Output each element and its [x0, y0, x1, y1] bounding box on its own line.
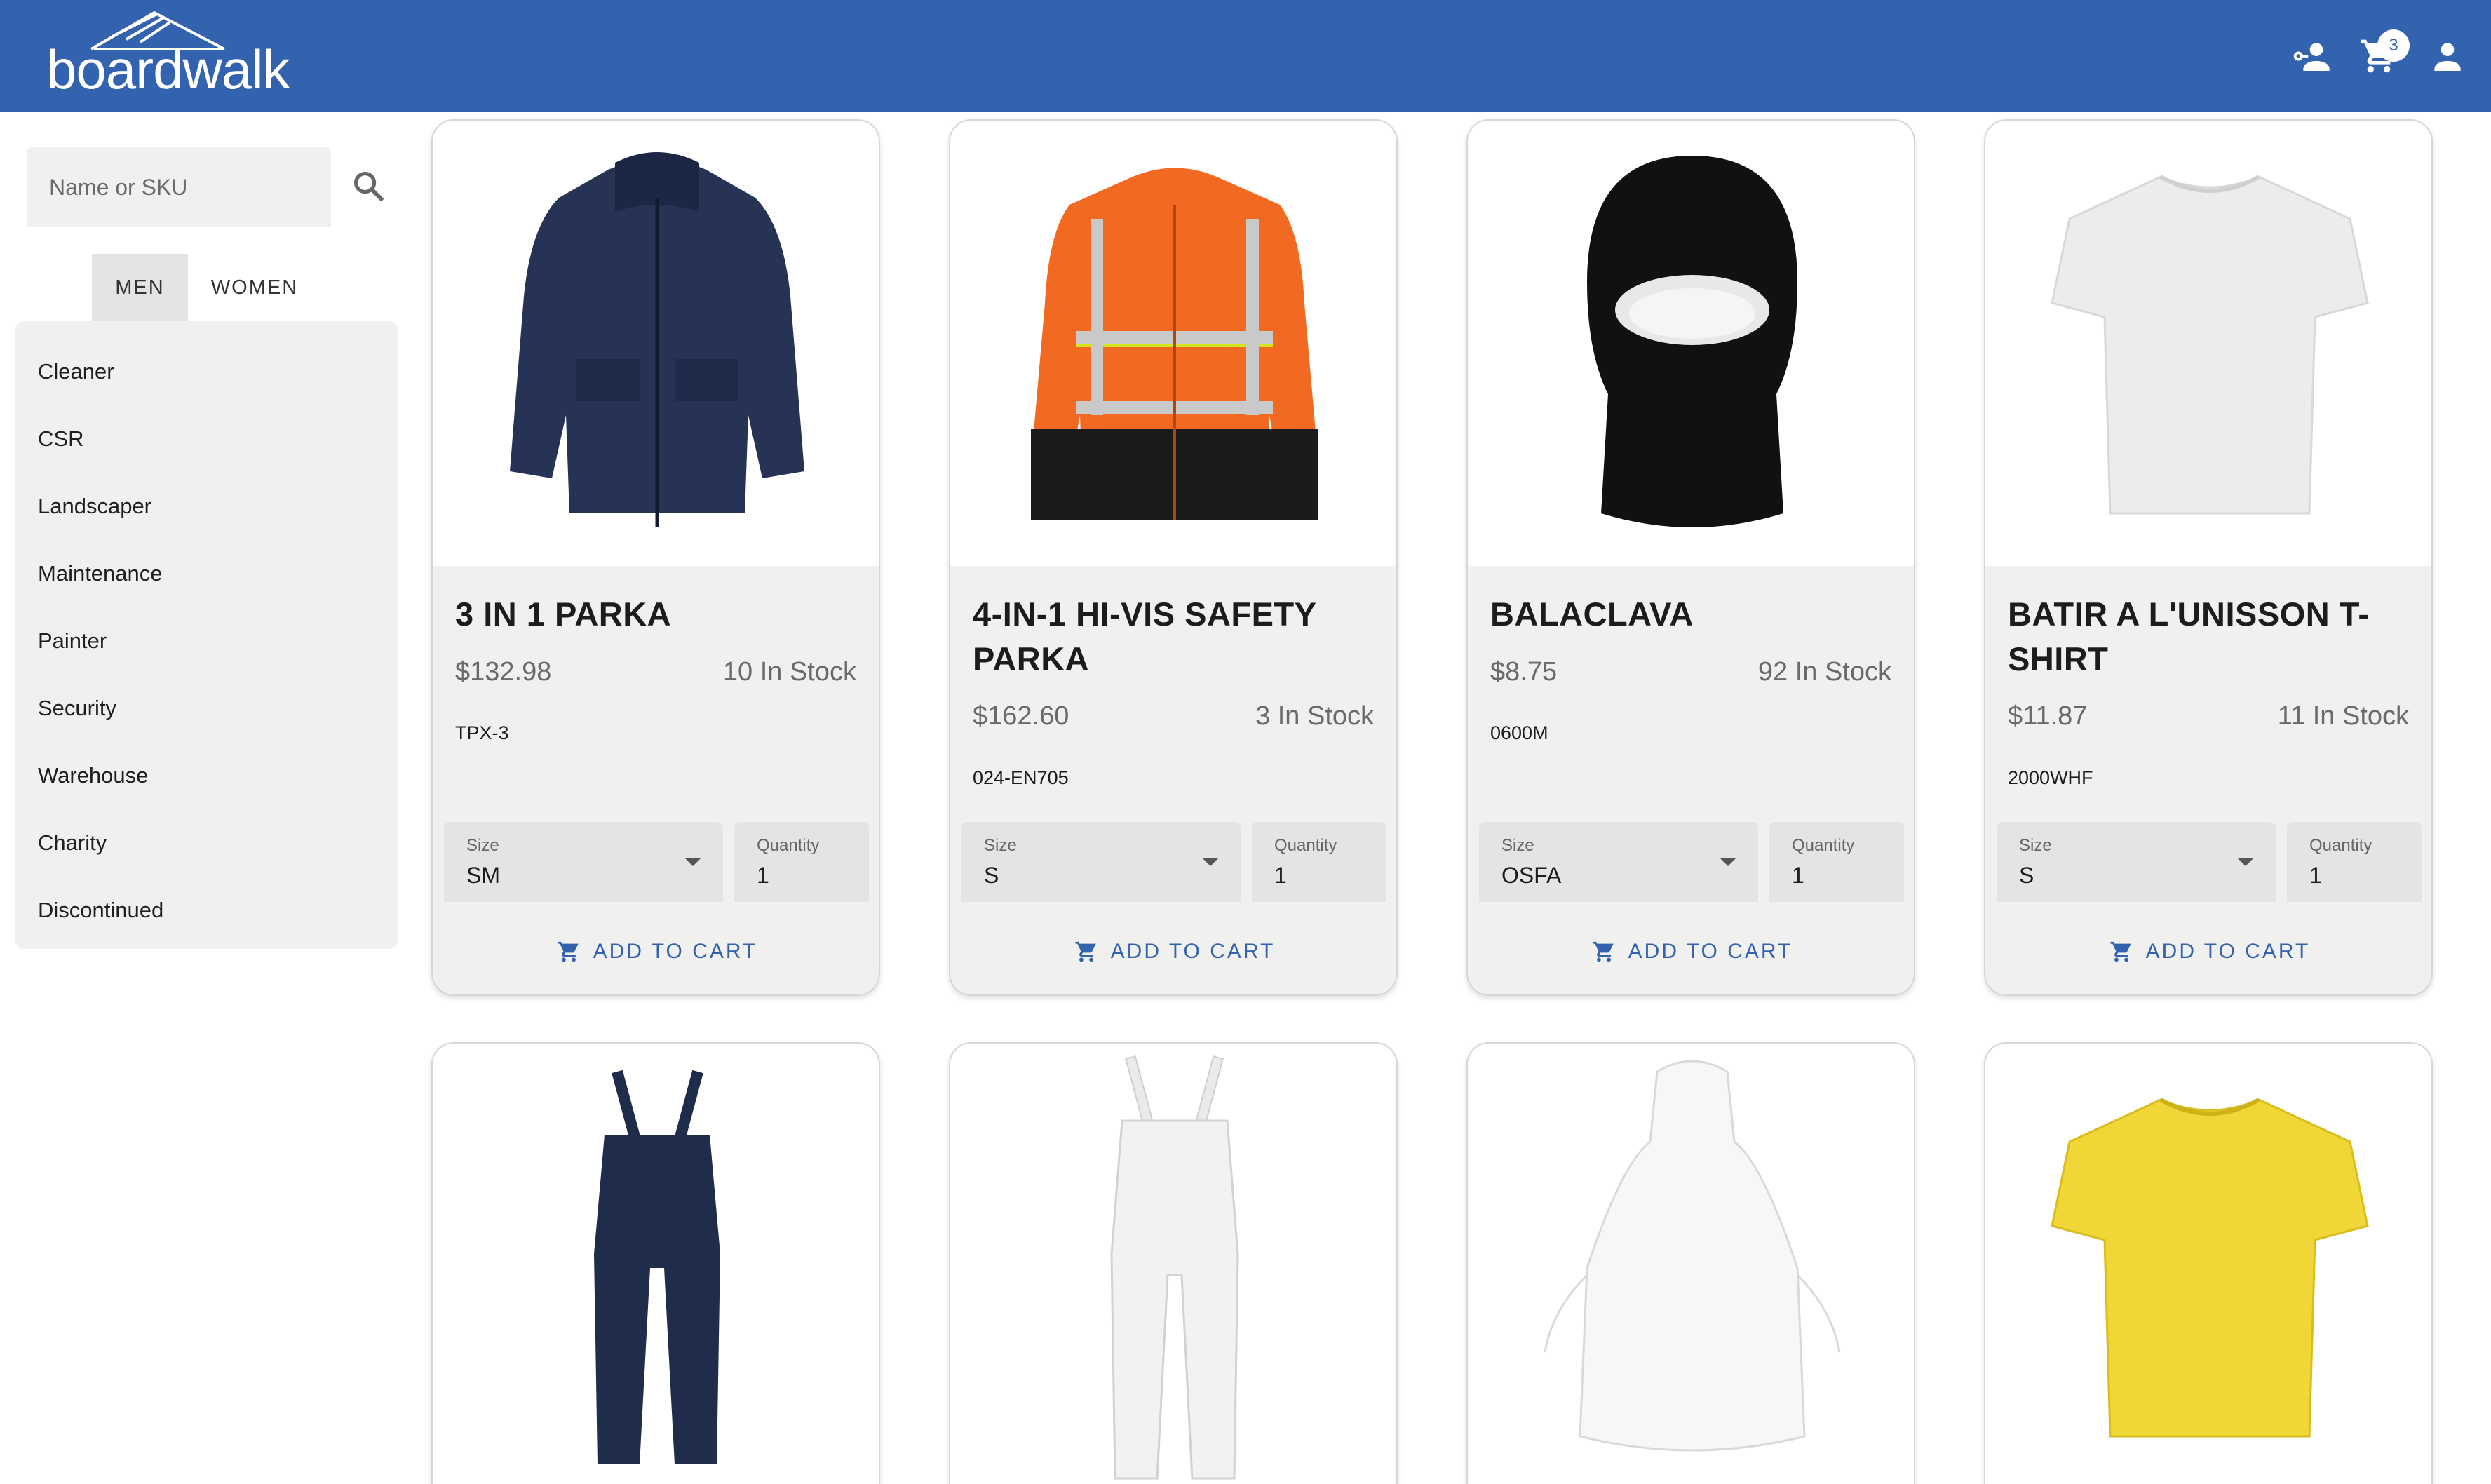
- cart-icon: [2110, 941, 2131, 962]
- category-warehouse[interactable]: Warehouse: [38, 755, 374, 797]
- search-input[interactable]: [27, 147, 331, 227]
- product-price: $132.98: [455, 657, 552, 687]
- quantity-value: 1: [1792, 863, 1804, 888]
- dropdown-arrow-icon: [1203, 858, 1218, 866]
- add-to-cart-label: ADD TO CART: [1628, 940, 1793, 963]
- logo-text: boardwalk: [46, 39, 290, 100]
- size-label: Size: [984, 836, 1017, 855]
- quantity-value: 1: [1274, 863, 1287, 888]
- size-value: S: [2019, 863, 2034, 888]
- tab-women[interactable]: WOMEN: [188, 254, 321, 321]
- category-landscaper[interactable]: Landscaper: [38, 485, 374, 527]
- product-title[interactable]: 4-IN-1 HI-VIS SAFETY PARKA: [973, 592, 1379, 682]
- product-price: $8.75: [1490, 657, 1558, 687]
- quantity-label: Quantity: [757, 836, 820, 855]
- product-price: $162.60: [973, 701, 1069, 731]
- product-image: [1110, 1055, 1239, 1480]
- product-card: 3 IN 1 PARKA $132.98 10 In Stock TPX-3 S…: [431, 119, 880, 996]
- quantity-value: 1: [2309, 863, 2322, 888]
- dropdown-arrow-icon: [2238, 858, 2253, 866]
- product-sku: 2000WHF: [2008, 767, 2093, 788]
- category-cleaner[interactable]: Cleaner: [38, 351, 374, 393]
- product-card[interactable]: [431, 1042, 880, 1484]
- quantity-label: Quantity: [1792, 836, 1855, 855]
- size-select[interactable]: Size S: [961, 822, 1241, 902]
- product-image: [594, 1070, 720, 1464]
- product-image[interactable]: [950, 121, 1396, 566]
- add-to-cart-button[interactable]: ADD TO CART: [1580, 927, 1804, 976]
- product-card: 4-IN-1 HI-VIS SAFETY PARKA $162.60 3 In …: [949, 119, 1398, 996]
- product-card[interactable]: [1466, 1042, 1915, 1484]
- category-security[interactable]: Security: [38, 687, 374, 729]
- product-sku: TPX-3: [455, 722, 509, 743]
- product-sku: 024-EN705: [973, 767, 1069, 788]
- product-image[interactable]: [1985, 121, 2431, 566]
- product-card: BATIR A L'UNISSON T-SHIRT $11.87 11 In S…: [1984, 119, 2433, 996]
- size-select[interactable]: Size S: [1997, 822, 2276, 902]
- add-to-cart-label: ADD TO CART: [2145, 940, 2311, 963]
- category-charity[interactable]: Charity: [38, 822, 374, 864]
- size-value: OSFA: [1501, 863, 1562, 888]
- cart-icon: [1075, 941, 1096, 962]
- add-to-cart-button[interactable]: ADD TO CART: [1062, 927, 1287, 976]
- stock-count: 11 In Stock: [2277, 701, 2409, 731]
- quantity-field[interactable]: Quantity 1: [2287, 822, 2422, 902]
- product-card[interactable]: [949, 1042, 1398, 1484]
- quantity-label: Quantity: [2309, 836, 2372, 855]
- category-list: Cleaner CSR Landscaper Maintenance Paint…: [15, 321, 398, 949]
- top-bar: boardwalk 3: [0, 0, 2491, 112]
- product-image: [2051, 1098, 2369, 1438]
- add-to-cart-button[interactable]: ADD TO CART: [545, 927, 769, 976]
- dropdown-arrow-icon: [685, 858, 701, 866]
- quantity-field[interactable]: Quantity 1: [1252, 822, 1386, 902]
- quantity-value: 1: [757, 863, 769, 888]
- category-painter[interactable]: Painter: [38, 620, 374, 662]
- category-csr[interactable]: CSR: [38, 418, 374, 460]
- search-icon[interactable]: [351, 168, 387, 205]
- stock-count: 92 In Stock: [1757, 657, 1891, 687]
- account-switch-icon[interactable]: [2292, 36, 2331, 76]
- category-discontinued[interactable]: Discontinued: [38, 889, 374, 931]
- add-to-cart-label: ADD TO CART: [1110, 940, 1276, 963]
- category-maintenance[interactable]: Maintenance: [38, 553, 374, 595]
- size-select[interactable]: Size SM: [444, 822, 723, 902]
- tab-men[interactable]: MEN: [92, 254, 188, 321]
- product-image[interactable]: [433, 121, 879, 566]
- size-value: SM: [466, 863, 500, 888]
- search-field[interactable]: [27, 147, 331, 227]
- cart-icon: [558, 941, 579, 962]
- user-account-icon[interactable]: [2428, 36, 2467, 76]
- product-price: $11.87: [2008, 701, 2088, 731]
- boardwalk-logo[interactable]: boardwalk: [46, 10, 327, 101]
- size-label: Size: [2019, 836, 2052, 855]
- product-sku: 0600M: [1490, 722, 1548, 743]
- product-image: [1544, 1060, 1841, 1452]
- dropdown-arrow-icon: [1720, 858, 1736, 866]
- add-to-cart-label: ADD TO CART: [593, 940, 758, 963]
- quantity-field[interactable]: Quantity 1: [1769, 822, 1904, 902]
- size-label: Size: [1501, 836, 1534, 855]
- add-to-cart-button[interactable]: ADD TO CART: [2098, 927, 2322, 976]
- stock-count: 3 In Stock: [1255, 701, 1374, 731]
- product-card[interactable]: [1984, 1042, 2433, 1484]
- product-title[interactable]: BATIR A L'UNISSON T-SHIRT: [2008, 592, 2415, 682]
- product-title[interactable]: BALACLAVA: [1490, 592, 1897, 637]
- cart-count-badge: 3: [2377, 29, 2410, 62]
- product-image[interactable]: [1468, 121, 1914, 566]
- quantity-field[interactable]: Quantity 1: [734, 822, 869, 902]
- size-value: S: [984, 863, 999, 888]
- size-label: Size: [466, 836, 499, 855]
- product-card: BALACLAVA $8.75 92 In Stock 0600M Size O…: [1466, 119, 1915, 996]
- product-title[interactable]: 3 IN 1 PARKA: [455, 592, 862, 637]
- quantity-label: Quantity: [1274, 836, 1337, 855]
- size-select[interactable]: Size OSFA: [1479, 822, 1758, 902]
- cart-icon: [1593, 941, 1614, 962]
- stock-count: 10 In Stock: [722, 657, 856, 687]
